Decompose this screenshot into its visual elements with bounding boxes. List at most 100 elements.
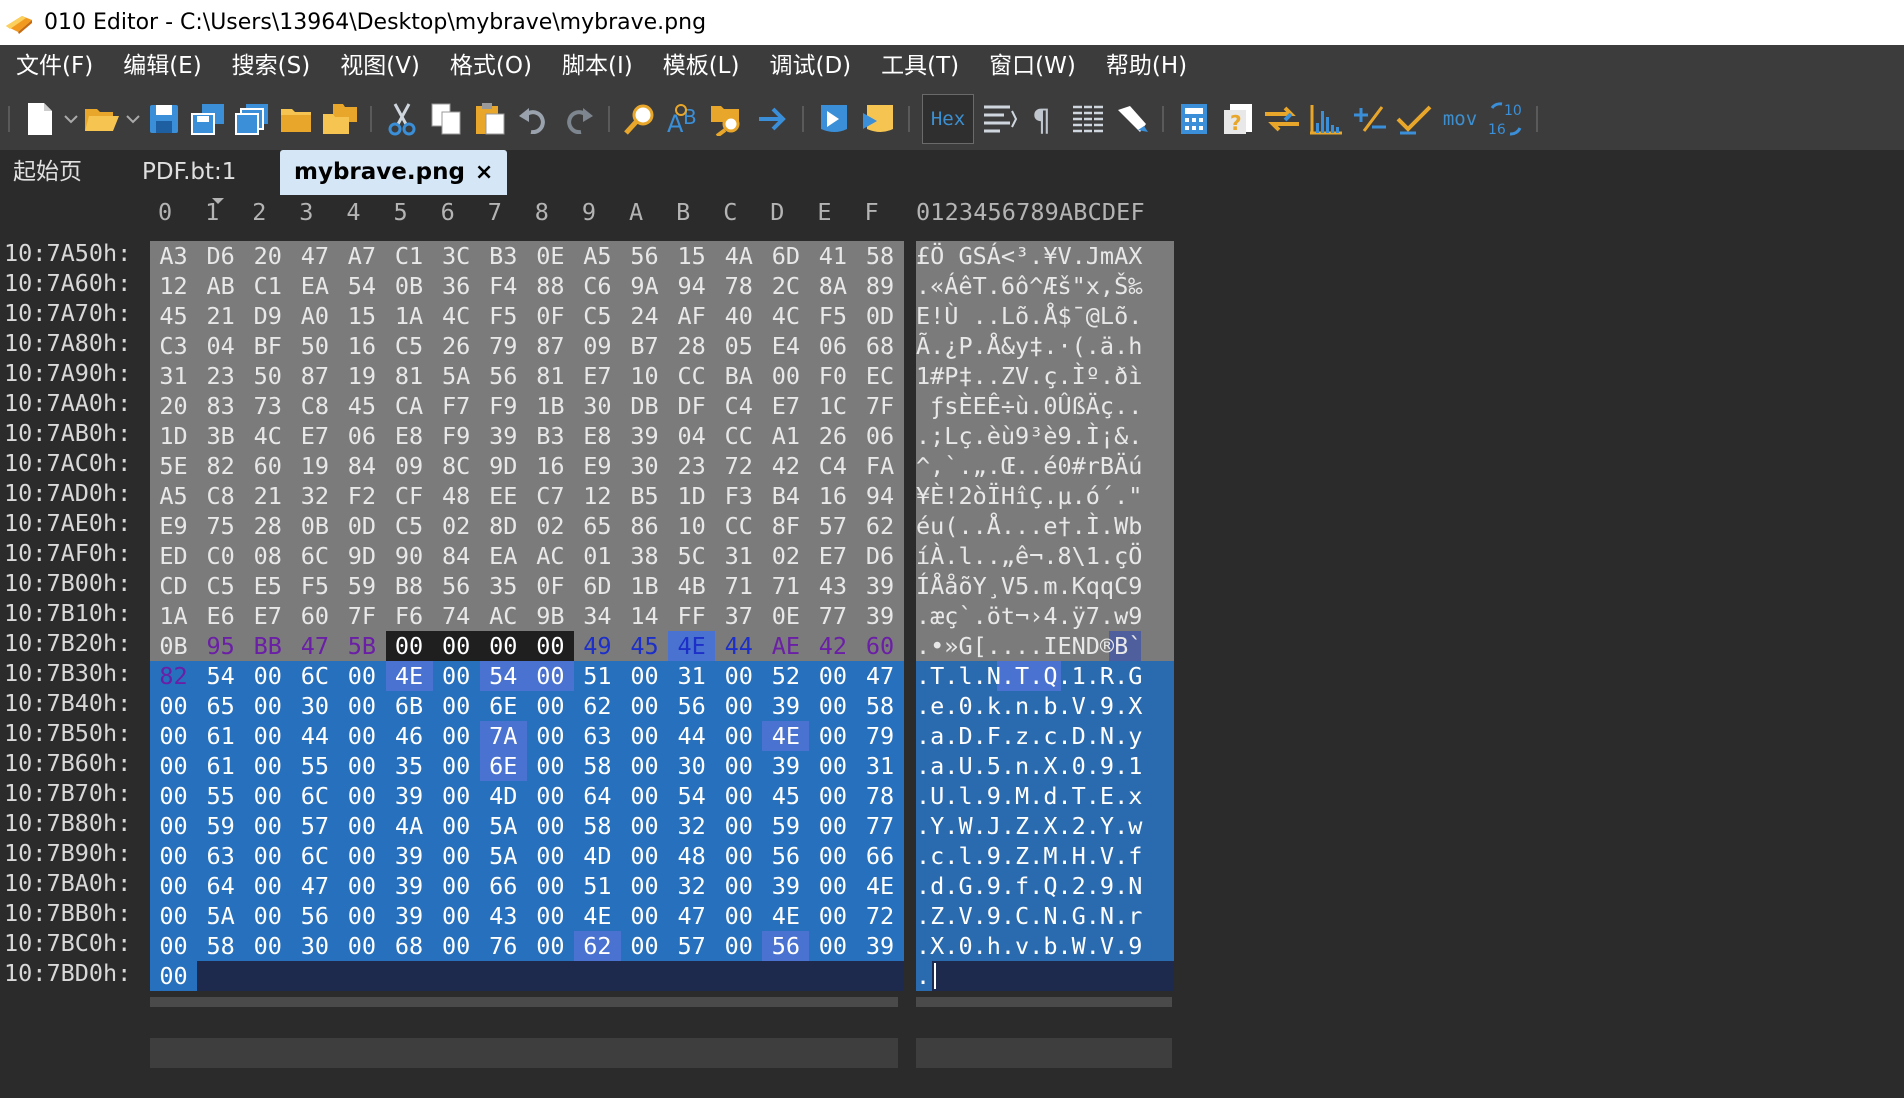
hex-byte[interactable]: 00: [527, 871, 574, 901]
hex-byte[interactable]: C1: [386, 241, 433, 271]
hex-byte[interactable]: 7F: [338, 601, 385, 631]
run-template-button[interactable]: [856, 94, 900, 144]
hex-byte[interactable]: 60: [857, 631, 904, 661]
hex-byte[interactable]: 30: [668, 751, 715, 781]
hex-byte[interactable]: EA: [480, 541, 527, 571]
hex-byte[interactable]: 56: [762, 841, 809, 871]
hex-byte[interactable]: B5: [621, 481, 668, 511]
hex-byte[interactable]: E7: [809, 541, 856, 571]
hex-byte[interactable]: 39: [762, 751, 809, 781]
hex-byte[interactable]: AF: [668, 301, 715, 331]
hex-byte[interactable]: 7A: [480, 721, 527, 751]
hex-byte[interactable]: 00: [809, 661, 856, 691]
hex-byte[interactable]: 00: [338, 931, 385, 961]
menu-search[interactable]: 搜索(S): [216, 45, 325, 88]
hex-byte[interactable]: F2: [338, 481, 385, 511]
hex-byte[interactable]: 72: [715, 451, 762, 481]
new-file-dropdown[interactable]: [62, 94, 80, 144]
hex-byte[interactable]: 00: [621, 691, 668, 721]
hex-byte[interactable]: 64: [197, 871, 244, 901]
hex-byte[interactable]: 00: [621, 661, 668, 691]
hex-byte[interactable]: 00: [809, 901, 856, 931]
hex-byte[interactable]: 7F: [857, 391, 904, 421]
hex-byte[interactable]: 00: [244, 811, 291, 841]
hex-byte[interactable]: 00: [244, 721, 291, 751]
hex-byte[interactable]: 09: [574, 331, 621, 361]
checksum-button[interactable]: [1348, 94, 1392, 144]
hex-byte[interactable]: 84: [433, 541, 480, 571]
ascii-row[interactable]: ÍÅåõY¸V5.m.KqqC9: [916, 571, 1142, 601]
hex-byte[interactable]: 58: [857, 691, 904, 721]
hex-byte[interactable]: 62: [574, 931, 621, 961]
hex-byte[interactable]: 00: [527, 781, 574, 811]
hex-byte[interactable]: 78: [857, 781, 904, 811]
hex-byte[interactable]: 00: [527, 901, 574, 931]
hex-byte[interactable]: 00: [809, 871, 856, 901]
hex-byte[interactable]: 19: [291, 451, 338, 481]
hex-byte[interactable]: 55: [291, 751, 338, 781]
hex-byte[interactable]: 47: [668, 901, 715, 931]
hex-byte[interactable]: 95: [197, 631, 244, 661]
hex-byte[interactable]: 50: [291, 331, 338, 361]
hex-byte[interactable]: 01: [574, 541, 621, 571]
hex-byte[interactable]: 4C: [433, 301, 480, 331]
hex-byte[interactable]: C4: [809, 451, 856, 481]
hex-byte[interactable]: 00: [527, 931, 574, 961]
hex-byte[interactable]: 34: [574, 601, 621, 631]
hex-byte[interactable]: 58: [574, 751, 621, 781]
hex-byte[interactable]: 00: [715, 751, 762, 781]
hex-byte[interactable]: 44: [668, 721, 715, 751]
hex-byte[interactable]: 65: [197, 691, 244, 721]
hex-byte[interactable]: 00: [527, 631, 574, 661]
hex-byte[interactable]: 60: [244, 451, 291, 481]
hex-byte[interactable]: 87: [527, 331, 574, 361]
hex-byte[interactable]: 00: [433, 931, 480, 961]
hex-byte[interactable]: 40: [715, 301, 762, 331]
save-button[interactable]: [142, 94, 186, 144]
replace-button[interactable]: AB: [662, 94, 706, 144]
columns-button[interactable]: [1066, 94, 1110, 144]
hex-byte[interactable]: 58: [574, 811, 621, 841]
hex-byte[interactable]: 12: [150, 271, 197, 301]
menu-tools[interactable]: 工具(T): [865, 45, 973, 88]
hex-byte[interactable]: 56: [291, 901, 338, 931]
hex-byte[interactable]: 47: [857, 661, 904, 691]
hex-byte[interactable]: 61: [197, 751, 244, 781]
hex-byte[interactable]: 6E: [480, 691, 527, 721]
hex-byte[interactable]: 39: [386, 781, 433, 811]
hex-byte[interactable]: C0: [197, 541, 244, 571]
new-file-button[interactable]: [18, 94, 62, 144]
hex-byte[interactable]: 3C: [433, 241, 480, 271]
open-file-button[interactable]: [80, 94, 124, 144]
hex-byte[interactable]: 00: [338, 871, 385, 901]
hex-byte[interactable]: 4C: [244, 421, 291, 451]
hex-byte[interactable]: 9A: [621, 271, 668, 301]
hex-byte[interactable]: 00: [338, 901, 385, 931]
hex-byte[interactable]: 63: [197, 841, 244, 871]
tab-start-page[interactable]: 起始页: [13, 150, 82, 195]
hex-byte[interactable]: 26: [433, 331, 480, 361]
hex-byte[interactable]: 00: [244, 781, 291, 811]
hex-byte[interactable]: AB: [197, 271, 244, 301]
hex-byte[interactable]: 39: [386, 871, 433, 901]
goto-button[interactable]: [750, 94, 794, 144]
hex-byte[interactable]: 00: [150, 691, 197, 721]
hex-byte[interactable]: 2C: [762, 271, 809, 301]
hex-byte[interactable]: 51: [574, 661, 621, 691]
hex-byte[interactable]: 79: [480, 331, 527, 361]
hex-byte[interactable]: 02: [762, 541, 809, 571]
hex-byte[interactable]: C6: [574, 271, 621, 301]
hex-byte[interactable]: F3: [715, 481, 762, 511]
hex-byte[interactable]: 00: [150, 841, 197, 871]
hex-byte[interactable]: 00: [150, 871, 197, 901]
hex-byte[interactable]: 61: [197, 721, 244, 751]
hex-byte[interactable]: 78: [715, 271, 762, 301]
hex-byte[interactable]: D9: [244, 301, 291, 331]
hex-byte[interactable]: 00: [621, 721, 668, 751]
hex-byte[interactable]: 23: [197, 361, 244, 391]
hex-byte[interactable]: 4E: [386, 661, 433, 691]
menu-debug[interactable]: 调试(D): [753, 45, 865, 88]
ascii-row[interactable]: .•»G[....IEND®B`: [916, 631, 1142, 661]
paste-button[interactable]: [468, 94, 512, 144]
hex-byte[interactable]: 00: [338, 841, 385, 871]
